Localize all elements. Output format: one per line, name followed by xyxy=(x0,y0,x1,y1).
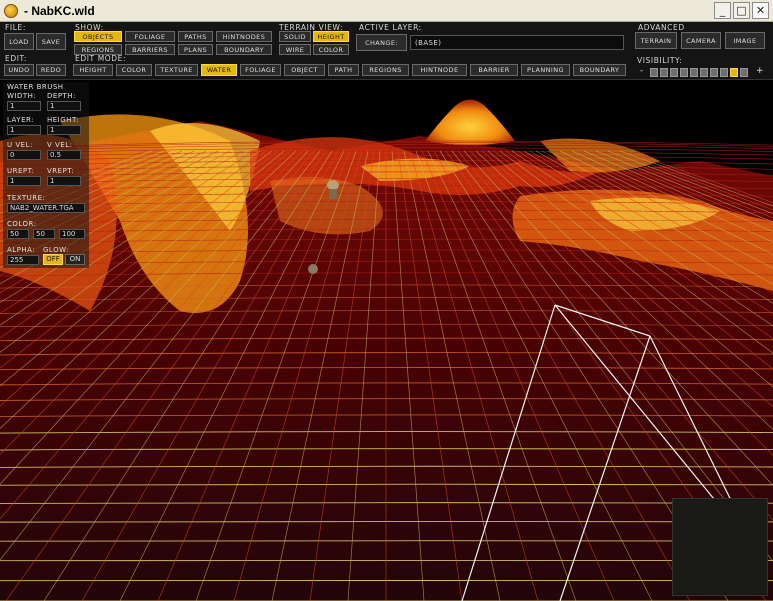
water-brush-title: Water Brush xyxy=(7,83,64,91)
maximize-button[interactable]: □ xyxy=(733,2,750,19)
show-objects-toggle[interactable]: Objects xyxy=(74,31,122,42)
layer-input[interactable]: 1 xyxy=(7,125,41,135)
advanced-image-button[interactable]: Image xyxy=(725,32,765,49)
terrain-view-solid[interactable]: Solid xyxy=(279,31,311,42)
visibility-step[interactable] xyxy=(670,68,678,77)
advanced-camera-button[interactable]: Camera xyxy=(681,32,721,49)
mode-height-button[interactable]: Height xyxy=(73,64,113,76)
active-layer-field[interactable]: (Base) xyxy=(410,35,624,50)
visibility-step[interactable] xyxy=(690,68,698,77)
terrain-view-height[interactable]: Height xyxy=(313,31,349,42)
load-button[interactable]: Load xyxy=(4,33,34,50)
change-layer-button[interactable]: Change: xyxy=(356,34,407,51)
show-plans-toggle[interactable]: Plans xyxy=(178,44,213,55)
visibility-step[interactable] xyxy=(660,68,668,77)
visibility-step[interactable] xyxy=(650,68,658,77)
u-rept-label: URept: xyxy=(7,167,35,175)
mode-hintnode-button[interactable]: HintNode xyxy=(412,64,467,76)
editor-toolbar: File: Load Save Show: Objects Foliage Pa… xyxy=(0,22,773,80)
alpha-input[interactable]: 255 xyxy=(7,255,39,265)
terrain-wireframe xyxy=(0,81,773,601)
terrain-view-wire[interactable]: Wire xyxy=(279,44,311,55)
active-layer-label: Active Layer: xyxy=(359,23,422,32)
mode-barrier-button[interactable]: Barrier xyxy=(470,64,518,76)
visibility-step[interactable] xyxy=(730,68,738,77)
v-rept-input[interactable]: 1 xyxy=(47,176,81,186)
minimap-panel[interactable] xyxy=(672,498,768,596)
height-input[interactable]: 1 xyxy=(47,125,81,135)
layer-label: Layer: xyxy=(7,116,35,124)
show-paths-toggle[interactable]: Paths xyxy=(178,31,213,42)
app-icon xyxy=(4,3,18,18)
glow-label: Glow: xyxy=(43,246,69,254)
advanced-label: Advanced xyxy=(638,23,685,32)
mode-color-button[interactable]: Color xyxy=(116,64,152,76)
edit-label: Edit: xyxy=(5,54,28,63)
terrain-view-color[interactable]: Color xyxy=(313,44,349,55)
mode-water-button[interactable]: Water xyxy=(201,64,237,76)
u-vel-input[interactable]: 0 xyxy=(7,150,41,160)
v-rept-label: VRept: xyxy=(47,167,75,175)
window-title: - NabKC.wld xyxy=(24,3,95,18)
redo-button[interactable]: Redo xyxy=(36,64,66,76)
color-red-input[interactable]: 50 xyxy=(7,229,29,239)
visibility-step[interactable] xyxy=(710,68,718,77)
file-label: File: xyxy=(5,23,26,32)
visibility-label: Visibility: xyxy=(637,56,683,65)
visibility-step[interactable] xyxy=(740,68,748,77)
glow-off-button[interactable]: Off xyxy=(43,254,63,265)
mode-texture-button[interactable]: Texture xyxy=(155,64,198,76)
advanced-terrain-button[interactable]: Terrain xyxy=(635,32,677,49)
color-green-input[interactable]: 50 xyxy=(33,229,55,239)
show-foliage-toggle[interactable]: Foliage xyxy=(125,31,175,42)
close-button[interactable]: ✕ xyxy=(752,2,769,19)
visibility-step[interactable] xyxy=(700,68,708,77)
minimize-button[interactable]: _ xyxy=(714,2,731,19)
width-input[interactable]: 1 xyxy=(7,101,41,111)
mode-planning-button[interactable]: Planning xyxy=(521,64,570,76)
visibility-decrease-button[interactable]: - xyxy=(640,66,643,76)
mode-object-button[interactable]: Object xyxy=(284,64,325,76)
terrain-viewport[interactable] xyxy=(0,81,773,601)
visibility-step[interactable] xyxy=(720,68,728,77)
color-blue-input[interactable]: 100 xyxy=(59,229,85,239)
texture-input[interactable]: nab2_water.tga xyxy=(7,203,85,213)
v-vel-input[interactable]: 0.5 xyxy=(47,150,81,160)
show-barriers-toggle[interactable]: Barriers xyxy=(125,44,175,55)
u-vel-label: U Vel: xyxy=(7,141,33,149)
show-hintnodes-toggle[interactable]: HintNodes xyxy=(216,31,272,42)
u-rept-input[interactable]: 1 xyxy=(7,176,41,186)
visibility-step[interactable] xyxy=(680,68,688,77)
v-vel-label: V Vel: xyxy=(47,141,73,149)
glow-on-button[interactable]: On xyxy=(65,254,85,265)
mode-foliage-button[interactable]: Foliage xyxy=(240,64,281,76)
color-label: Color: xyxy=(7,220,37,228)
show-boundary-toggle[interactable]: Boundary xyxy=(216,44,272,55)
undo-button[interactable]: Undo xyxy=(4,64,34,76)
title-bar: - NabKC.wld _ □ ✕ xyxy=(0,0,773,22)
mode-boundary-button[interactable]: Boundary xyxy=(573,64,626,76)
visibility-increase-button[interactable]: + xyxy=(756,66,764,76)
mode-regions-button[interactable]: Regions xyxy=(362,64,409,76)
mode-path-button[interactable]: Path xyxy=(328,64,359,76)
save-button[interactable]: Save xyxy=(36,33,66,50)
edit-mode-label: Edit Mode: xyxy=(75,54,127,63)
width-label: Width: xyxy=(7,92,37,100)
depth-input[interactable]: 1 xyxy=(47,101,81,111)
height-label: Height: xyxy=(47,116,79,124)
alpha-label: Alpha: xyxy=(7,246,36,254)
texture-label: Texture: xyxy=(7,194,46,202)
water-brush-panel: Water Brush Width: Depth: 1 1 Layer: Hei… xyxy=(3,82,89,268)
depth-label: Depth: xyxy=(47,92,76,100)
